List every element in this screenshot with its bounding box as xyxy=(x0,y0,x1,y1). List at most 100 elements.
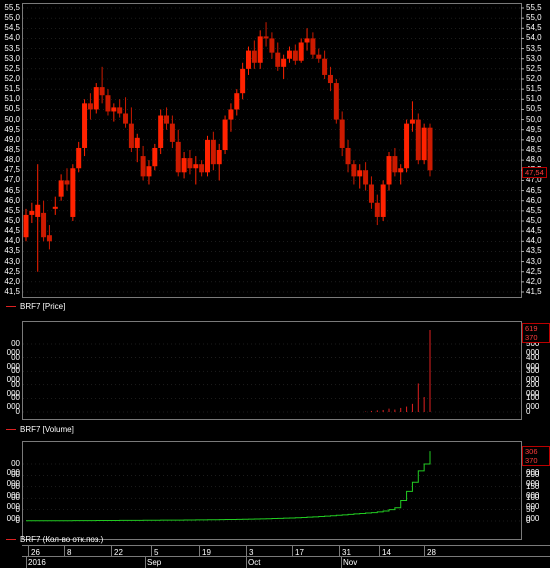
price-tick-label-left: 45,0 xyxy=(4,216,20,225)
price-tick-label-right: 42,5 xyxy=(526,266,542,276)
candle-body xyxy=(105,95,111,112)
candle-body xyxy=(304,38,310,43)
price-tick-label-right: 44,5 xyxy=(526,226,542,236)
price-tick-label-right: 50,0 xyxy=(526,114,542,124)
candle-body xyxy=(398,168,404,173)
price-tick-label-right: 45,5 xyxy=(526,205,542,215)
volume-tick-label-right: 0 xyxy=(526,407,531,416)
candle-body xyxy=(123,113,129,124)
candle-body xyxy=(111,107,117,112)
date-axis-tick xyxy=(151,546,152,556)
date-axis-month-tick xyxy=(341,557,342,568)
price-tick-label-right: 45,0 xyxy=(526,216,542,225)
price-tick-label-left: 49,5 xyxy=(4,124,20,134)
date-axis-tick xyxy=(339,546,340,556)
candle-body xyxy=(140,156,146,177)
candle-body xyxy=(70,168,76,217)
date-axis-tick xyxy=(292,546,293,556)
candle-body xyxy=(76,147,82,169)
price-tick-label-right: 43,0 xyxy=(526,256,542,266)
price-tick-label-left: 54,0 xyxy=(4,33,20,43)
candle-body xyxy=(404,123,410,169)
price-tick-label-left: 55,0 xyxy=(4,13,20,23)
oi-legend-label: BRF7 (Кол-во отк.поз.) xyxy=(20,535,104,544)
candle-body xyxy=(298,42,304,61)
price-tick-label-left: 54,5 xyxy=(4,23,20,33)
candle-body xyxy=(286,50,292,59)
price-tick-label-left: 52,0 xyxy=(4,74,20,83)
volume-legend[interactable]: BRF7 [Volume] xyxy=(6,425,74,434)
candle-body xyxy=(386,156,392,185)
price-tick-label-left: 53,5 xyxy=(4,43,20,53)
date-axis-tick xyxy=(246,546,247,556)
candle-body xyxy=(421,127,427,161)
candle-body xyxy=(181,158,187,173)
date-axis-tick xyxy=(424,546,425,556)
date-axis[interactable]: 26 8 22 5 19 3 17 31 14 28 2016 Sep Oct Nov xyxy=(22,545,550,568)
price-tick-label-right: 53,5 xyxy=(526,43,542,53)
candle-body xyxy=(152,147,158,167)
price-tick-label-right: 41,5 xyxy=(526,287,542,296)
price-tick-label-left: 50,0 xyxy=(4,114,20,124)
date-axis-month-tick xyxy=(26,557,27,568)
price-tick-label-right: 43,5 xyxy=(526,246,542,256)
date-axis-tick xyxy=(28,546,29,556)
last-volume-tag: 619 370 xyxy=(522,323,550,343)
candle-body xyxy=(363,170,369,185)
candle-body xyxy=(345,147,351,165)
price-tick-label-right: 52,0 xyxy=(526,74,542,83)
price-tick-label-right: 55,5 xyxy=(526,3,542,12)
candle-body xyxy=(199,164,205,173)
candle-body xyxy=(117,107,123,114)
price-tick-label-left: 44,5 xyxy=(4,226,20,236)
price-tick-label-right: 53,0 xyxy=(526,53,542,63)
candle-body xyxy=(205,139,211,173)
candle-body xyxy=(58,180,64,197)
date-axis-month-label: 2016 xyxy=(28,558,46,567)
candle-body xyxy=(316,54,322,59)
candle-body xyxy=(257,36,263,63)
price-tick-label-left: 42,5 xyxy=(4,266,20,276)
last-price-tag: 47,54 xyxy=(522,167,547,178)
candle-body xyxy=(52,206,58,209)
price-tick-label-right: 46,5 xyxy=(526,185,542,195)
price-tick-label-left: 52,5 xyxy=(4,63,20,73)
price-tick-label-right: 55,0 xyxy=(526,13,542,23)
date-axis-month-label: Nov xyxy=(343,558,358,567)
candle-body xyxy=(175,141,181,173)
price-tick-label-right: 51,5 xyxy=(526,84,542,94)
price-legend[interactable]: BRF7 [Price] xyxy=(6,302,65,311)
price-tick-label-left: 49,0 xyxy=(4,134,20,144)
price-tick-label-right: 44,0 xyxy=(526,236,542,246)
candle-body xyxy=(339,119,345,148)
price-tick-label-right: 49,5 xyxy=(526,124,542,134)
price-tick-label-left: 55,5 xyxy=(4,3,20,12)
oi-legend[interactable]: BRF7 (Кол-во отк.поз.) xyxy=(6,535,103,544)
date-axis-tick xyxy=(379,546,380,556)
date-axis-month-label: Sep xyxy=(147,558,162,567)
candle-body xyxy=(427,127,433,171)
chart-canvas xyxy=(23,7,524,522)
oi-series-swatch xyxy=(6,539,16,540)
candle-body xyxy=(269,38,275,53)
candle-body xyxy=(93,87,99,110)
oi-tick-label-left: 0 xyxy=(15,516,20,525)
candle-body xyxy=(234,93,240,110)
candle-body xyxy=(310,38,316,55)
price-tick-label-left: 42,0 xyxy=(4,276,20,286)
candle-body xyxy=(351,164,357,177)
candle-body xyxy=(64,180,70,185)
candle-body xyxy=(409,119,415,124)
price-series-swatch xyxy=(6,306,16,307)
price-tick-label-right: 54,0 xyxy=(526,33,542,43)
candle-body xyxy=(392,156,398,173)
candle-body xyxy=(374,202,380,217)
date-axis-month-tick xyxy=(246,557,247,568)
candle-body xyxy=(169,123,175,142)
date-axis-tick xyxy=(199,546,200,556)
candle-body xyxy=(333,83,339,120)
date-axis-tick xyxy=(111,546,112,556)
candle-body xyxy=(210,139,216,165)
price-tick-label-left: 43,5 xyxy=(4,246,20,256)
price-tick-label-left: 44,0 xyxy=(4,236,20,246)
